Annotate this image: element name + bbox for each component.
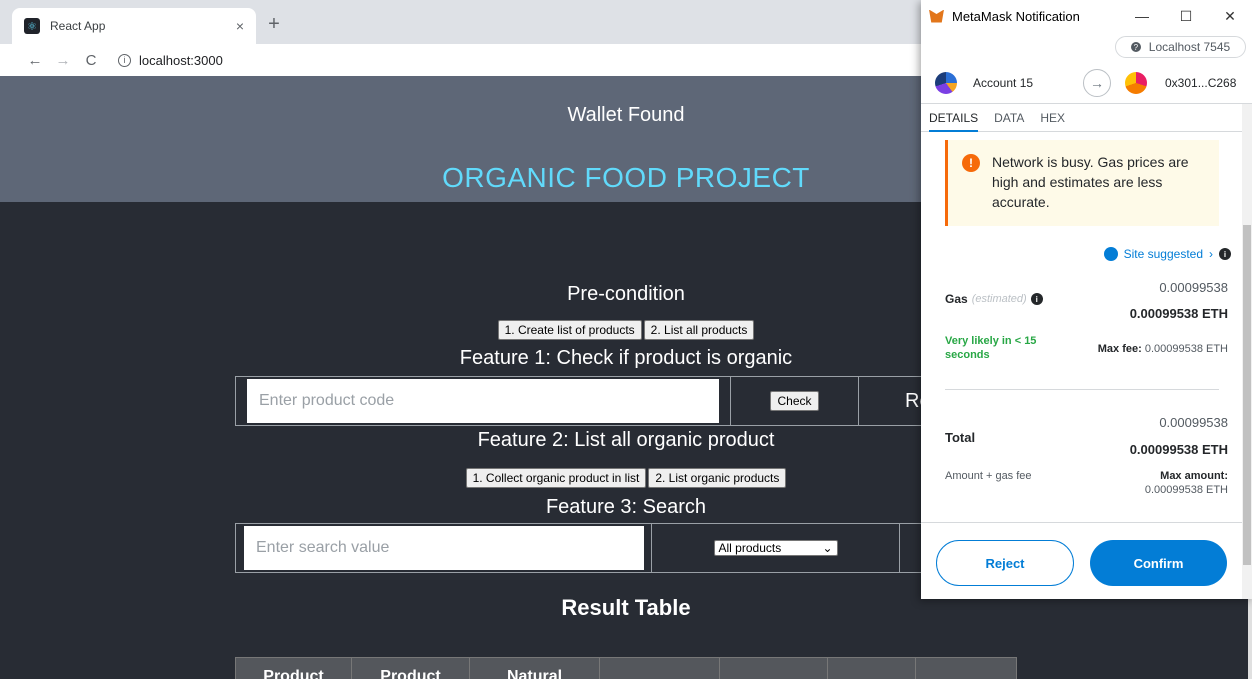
chevron-down-icon: ⌄ (822, 541, 833, 555)
site-info-icon[interactable]: i (118, 53, 131, 67)
address-bar[interactable]: i localhost:3000 (118, 53, 223, 68)
total-fiat-value: 0.00099538 (1159, 415, 1228, 430)
max-fee-value: 0.00099538 ETH (1144, 343, 1228, 355)
select-cell: All products ⌄ (651, 524, 899, 572)
tab-title: React App (50, 19, 106, 33)
table-header-cell (720, 658, 828, 679)
metamask-titlebar: MetaMask Notification — ☐ ✕ (921, 0, 1252, 32)
network-busy-warning: ! Network is busy. Gas prices are high a… (945, 140, 1219, 226)
arrow-right-icon: → (1083, 68, 1111, 97)
gas-label: Gas (estimated) i (945, 292, 1043, 306)
recipient-avatar (1125, 71, 1147, 94)
total-eth-value: 0.00099538 ETH (1129, 442, 1228, 457)
product-filter-select[interactable]: All products ⌄ (713, 540, 838, 556)
likely-time: Very likely in < 15 seconds (945, 335, 1037, 361)
max-amount: Max amount: 0.00099538 ETH (1145, 469, 1228, 497)
react-logo-icon: ⚛ (24, 18, 40, 34)
chevron-right-icon: › (1209, 247, 1213, 261)
new-tab-button[interactable]: + (262, 12, 286, 36)
product-code-input[interactable]: Enter product code (247, 379, 719, 423)
reject-button[interactable]: Reject (936, 540, 1074, 586)
info-icon[interactable]: i (1219, 248, 1231, 260)
browser-tab[interactable]: ⚛ React App × (12, 8, 256, 44)
result-table-header: Product Product Natural (235, 657, 1017, 679)
select-value: All products (718, 541, 782, 555)
warning-icon: ! (962, 154, 980, 172)
maximize-icon[interactable]: ☐ (1164, 8, 1208, 25)
tab-details[interactable]: DETAILS (929, 104, 979, 132)
amount-gas-label: Amount + gas fee (945, 470, 1032, 482)
forward-arrow-icon[interactable]: → (52, 52, 74, 69)
question-icon: ? (1130, 42, 1141, 52)
account-row: Account 15 → 0x301...C268 (921, 62, 1252, 104)
metamask-notification-window: MetaMask Notification — ☐ ✕ ? Localhost … (921, 0, 1252, 599)
account-name[interactable]: Account 15 (973, 76, 1083, 90)
table-header-cell (916, 658, 1016, 679)
table-header-cell: Product (352, 658, 470, 679)
gas-eth-value: 0.00099538 ETH (1129, 306, 1228, 321)
network-name: Localhost 7545 (1148, 40, 1231, 54)
tab-data[interactable]: DATA (994, 104, 1024, 132)
table-header-cell (828, 658, 916, 679)
back-arrow-icon[interactable]: ← (24, 52, 46, 69)
table-header-cell: Natural (470, 658, 600, 679)
max-amount-value: 0.00099538 ETH (1144, 484, 1228, 496)
account-avatar (935, 71, 957, 94)
max-fee-label: Max fee: (1097, 343, 1142, 355)
create-products-button[interactable]: 1. Create list of products (497, 320, 642, 340)
list-products-button[interactable]: 2. List all products (643, 320, 755, 340)
collect-organic-button[interactable]: 1. Collect organic product in list (465, 468, 647, 488)
site-suggested-label: Site suggested (1123, 247, 1203, 261)
check-cell: Check (730, 377, 858, 425)
network-indicator[interactable]: ? Localhost 7545 (1115, 36, 1246, 58)
gas-info-icon[interactable]: i (1030, 293, 1043, 305)
tab-hex[interactable]: HEX (1040, 104, 1065, 132)
close-icon[interactable]: ✕ (1208, 8, 1252, 25)
metamask-fox-icon (929, 9, 944, 23)
recipient-address[interactable]: 0x301...C268 (1165, 76, 1252, 90)
total-label: Total (945, 430, 976, 445)
minimize-icon[interactable]: — (1120, 8, 1164, 24)
gas-estimated-text: (estimated) (971, 293, 1027, 305)
gas-fiat-value: 0.00099538 (1159, 280, 1228, 295)
search-input[interactable]: Enter search value (244, 526, 644, 570)
metamask-scroll-thumb[interactable] (1243, 225, 1251, 565)
table-header-cell: Product (236, 658, 352, 679)
metamask-tabs: DETAILS DATA HEX (921, 104, 1252, 132)
confirm-button[interactable]: Confirm (1090, 540, 1227, 586)
check-button[interactable]: Check (770, 391, 819, 411)
metamask-footer: Reject Confirm (921, 522, 1242, 599)
table-header-cell (600, 658, 720, 679)
reload-icon[interactable]: C (80, 52, 102, 69)
tab-close-icon[interactable]: × (236, 18, 244, 34)
max-amount-label: Max amount: (1160, 470, 1228, 482)
list-organic-button[interactable]: 2. List organic products (648, 468, 787, 488)
metamask-window-title: MetaMask Notification (952, 8, 1080, 24)
site-suggested-link[interactable]: Site suggested › i (1081, 247, 1231, 261)
max-fee: Max fee: 0.00099538 ETH (1098, 343, 1228, 355)
divider (945, 389, 1219, 390)
globe-icon (1103, 247, 1118, 261)
url-text: localhost:3000 (139, 52, 223, 68)
gas-label-text: Gas (945, 292, 968, 306)
warning-text: Network is busy. Gas prices are high and… (992, 154, 1189, 210)
